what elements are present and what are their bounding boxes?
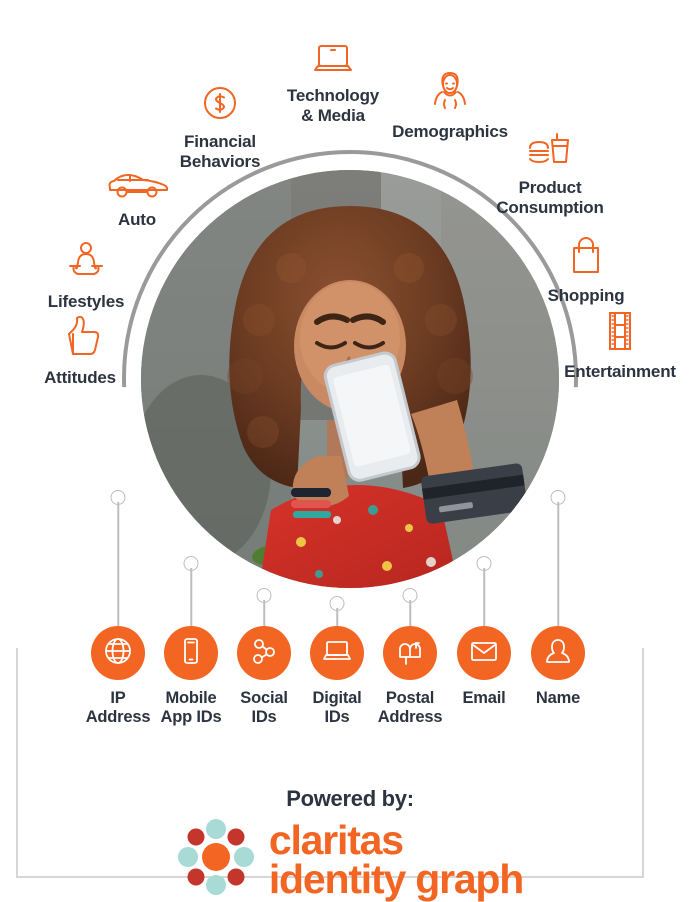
mobile-phone-icon: [176, 636, 206, 671]
person-silhouette-icon: [543, 636, 573, 671]
burger-drink-icon: [483, 128, 617, 173]
envelope-icon: [468, 638, 500, 669]
attribute-shopping: Shopping: [530, 234, 642, 306]
attribute-label: Lifestyles: [47, 292, 125, 311]
identifier-name[interactable]: Name: [510, 490, 606, 708]
attribute-label: Technology & Media: [286, 86, 380, 125]
person-female-icon: [382, 70, 518, 117]
attribute-entertainment: Entertainment: [548, 310, 692, 382]
share-nodes-icon: [249, 636, 279, 671]
brand-line-1: claritas: [268, 817, 404, 864]
attribute-label: Financial Behaviors: [179, 132, 261, 171]
attribute-label: Product Consumption: [496, 178, 604, 217]
claritas-dots-mark-icon: [177, 818, 255, 901]
connector-line: [483, 568, 485, 626]
attribute-label: Entertainment: [564, 362, 676, 381]
connector-line: [336, 608, 338, 626]
hero-photo: [141, 170, 559, 588]
brand-line-2: identity graph: [268, 855, 524, 902]
identifier-badge[interactable]: [164, 626, 218, 680]
connector-line: [117, 502, 119, 626]
film-strip-icon: [548, 310, 692, 357]
shopping-bag-icon: [530, 234, 642, 281]
connector-line: [263, 600, 265, 626]
connector-line: [557, 502, 559, 626]
yoga-icon: [30, 240, 142, 287]
identifier-badge[interactable]: [531, 626, 585, 680]
attribute-attitudes: Attitudes: [24, 315, 136, 388]
connector-line: [190, 568, 192, 626]
thumbs-up-icon: [24, 315, 136, 363]
claritas-logo: claritas identity graph: [0, 818, 700, 901]
powered-by-label: Powered by:: [286, 786, 414, 811]
claritas-wordmark: claritas identity graph: [268, 817, 524, 902]
connector-line: [409, 600, 411, 626]
attribute-lifestyles: Lifestyles: [30, 240, 142, 312]
identifier-badge[interactable]: [457, 626, 511, 680]
identifier-badge[interactable]: [383, 626, 437, 680]
dollar-circle-icon: [155, 84, 285, 127]
attribute-label: Attitudes: [44, 368, 116, 387]
identifier-label: Name: [535, 689, 581, 707]
laptop-icon: [321, 637, 353, 670]
infographic-canvas: Financial Behaviors Technology & Media D: [0, 0, 700, 900]
identifier-badge[interactable]: [310, 626, 364, 680]
attribute-technology-media: Technology & Media: [268, 42, 398, 126]
attribute-label: Auto: [118, 210, 156, 229]
car-icon: [82, 168, 192, 205]
attribute-product-consumption: Product Consumption: [483, 128, 617, 218]
attribute-label: Shopping: [547, 286, 625, 305]
globe-icon: [102, 635, 134, 672]
laptop-icon: [268, 42, 398, 81]
identifier-badge[interactable]: [237, 626, 291, 680]
attribute-auto: Auto: [82, 168, 192, 230]
identifier-badge[interactable]: [91, 626, 145, 680]
mailbox-icon: [394, 636, 426, 671]
attribute-financial-behaviors: Financial Behaviors: [155, 84, 285, 172]
